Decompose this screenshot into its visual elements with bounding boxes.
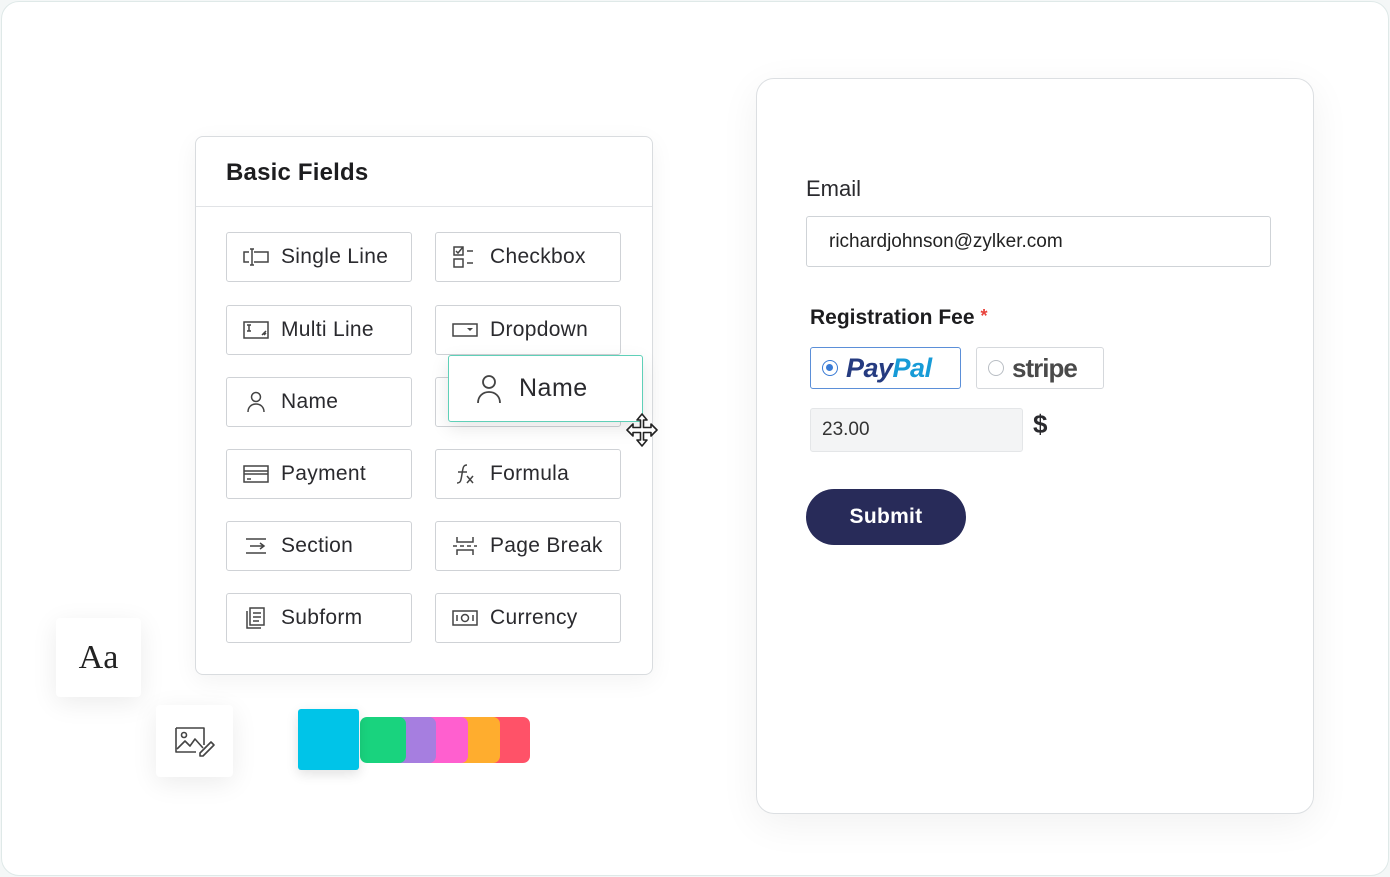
typography-tool[interactable]: Aa xyxy=(56,618,141,697)
person-icon xyxy=(241,391,271,413)
field-label: Currency xyxy=(490,606,578,629)
currency-icon xyxy=(450,607,480,629)
color-palette xyxy=(298,709,538,771)
field-formula[interactable]: Formula xyxy=(435,449,621,499)
color-swatch-green[interactable] xyxy=(360,717,406,763)
dropdown-icon xyxy=(450,319,480,341)
field-label: Subform xyxy=(281,606,363,629)
field-label: Section xyxy=(281,534,354,557)
field-page-break[interactable]: Page Break xyxy=(435,521,621,571)
field-multi-line[interactable]: Multi Line xyxy=(226,305,412,355)
field-label: Multi Line xyxy=(281,318,374,341)
single-line-icon xyxy=(241,246,271,268)
amount-input[interactable] xyxy=(810,408,1023,452)
field-payment[interactable]: Payment xyxy=(226,449,412,499)
field-label: Checkbox xyxy=(490,245,586,268)
color-swatch-cyan-selected[interactable] xyxy=(298,709,359,770)
multi-line-icon xyxy=(241,319,271,341)
currency-symbol: $ xyxy=(1033,409,1048,439)
required-mark: * xyxy=(980,306,988,326)
field-name[interactable]: Name xyxy=(226,377,412,427)
stripe-logo: stripe xyxy=(1012,352,1078,383)
paypal-logo-part2: Pal xyxy=(892,352,933,383)
image-tool[interactable] xyxy=(156,705,233,777)
radio-unselected-icon xyxy=(988,360,1004,376)
field-label: Dropdown xyxy=(490,318,589,341)
dragging-name-field[interactable]: Name xyxy=(448,355,643,422)
canvas: Basic Fields Single Line Checkbox Multi … xyxy=(1,1,1389,876)
submit-button[interactable]: Submit xyxy=(806,489,966,545)
field-label: Formula xyxy=(490,462,570,485)
paypal-logo: PayPal xyxy=(846,353,932,384)
paypal-logo-part1: Pay xyxy=(846,352,893,383)
field-label: Payment xyxy=(281,462,366,485)
radio-selected-icon xyxy=(822,360,838,376)
form-preview-card: Email Registration Fee* PayPal stripe $ … xyxy=(756,78,1314,814)
panel-title: Basic Fields xyxy=(226,159,369,186)
person-icon xyxy=(475,374,503,404)
panel-divider xyxy=(196,206,652,207)
formula-icon xyxy=(450,463,480,485)
page-break-icon xyxy=(450,535,480,557)
field-subform[interactable]: Subform xyxy=(226,593,412,643)
field-checkbox[interactable]: Checkbox xyxy=(435,232,621,282)
field-currency[interactable]: Currency xyxy=(435,593,621,643)
image-edit-icon xyxy=(174,727,215,757)
card-icon xyxy=(241,463,271,485)
field-label: Name xyxy=(281,390,339,413)
section-icon xyxy=(241,535,271,557)
typography-label: Aa xyxy=(78,638,119,676)
email-input[interactable] xyxy=(806,216,1271,267)
field-section[interactable]: Section xyxy=(226,521,412,571)
payment-option-paypal[interactable]: PayPal xyxy=(810,347,961,389)
drag-field-label: Name xyxy=(519,374,588,402)
field-single-line[interactable]: Single Line xyxy=(226,232,412,282)
checkbox-icon xyxy=(450,246,480,268)
payment-option-stripe[interactable]: stripe xyxy=(976,347,1104,389)
registration-fee-label: Registration Fee * xyxy=(810,306,988,330)
move-cursor-icon xyxy=(626,413,658,447)
subform-icon xyxy=(241,607,271,629)
field-label: Single Line xyxy=(281,245,389,268)
field-dropdown[interactable]: Dropdown xyxy=(435,305,621,355)
registration-fee-text: Registration Fee xyxy=(810,306,975,329)
field-label: Page Break xyxy=(490,534,603,557)
email-label: Email xyxy=(806,176,862,201)
